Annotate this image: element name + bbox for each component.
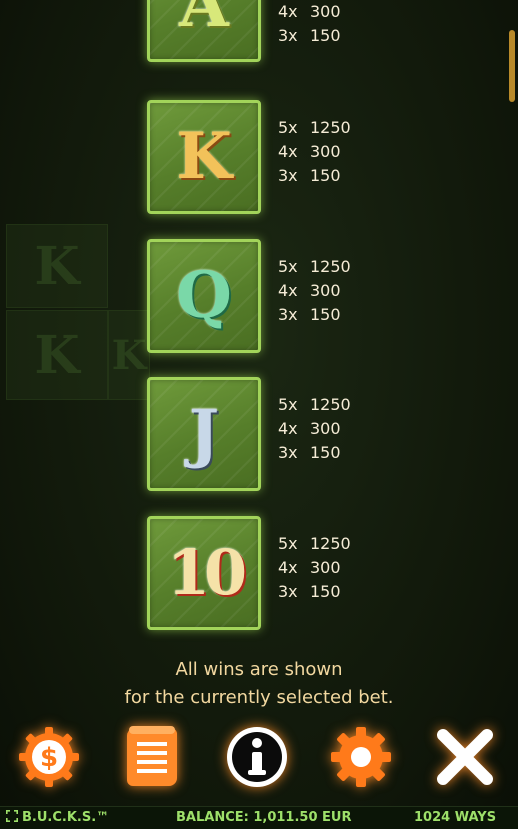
paytable-note-line-2: for the currently selected bet. — [124, 687, 394, 708]
symbol-tile-a: A — [147, 0, 261, 62]
payout-list: 5x 1250 4x 300 3x 150 — [278, 532, 408, 604]
status-bar: B.U.C.K.S.™ BALANCE: 1,011.50 EUR 1024 W… — [0, 806, 518, 829]
payout-line: 4x 300 — [278, 417, 408, 441]
payout-value: 150 — [310, 26, 341, 45]
close-icon — [437, 729, 493, 785]
payout-value: 300 — [310, 2, 341, 21]
payout-list: 4x 300 3x 150 — [278, 0, 408, 48]
symbol-letter: A — [179, 0, 229, 42]
coin-bet-icon: $ — [19, 727, 79, 787]
paytable-row-j: J 5x 1250 4x 300 3x 150 — [147, 377, 407, 495]
game-name: B.U.C.K.S.™ — [22, 810, 110, 825]
bottom-toolbar: $ — [0, 720, 518, 800]
symbol-letter: K — [176, 119, 232, 194]
symbol-tile-10: 10 — [147, 516, 261, 630]
payout-count: 5x — [278, 534, 298, 553]
paytable-scrollbar[interactable] — [509, 30, 515, 102]
payout-line: 3x 150 — [278, 441, 408, 465]
payout-line: 5x 1250 — [278, 532, 408, 556]
paytable-note-line-1: All wins are shown — [175, 659, 343, 680]
payout-count: 4x — [278, 419, 298, 438]
payout-count: 3x — [278, 582, 298, 601]
payout-line: 3x 150 — [278, 580, 408, 604]
payout-value: 1250 — [310, 257, 351, 276]
payout-line: 3x 150 — [278, 24, 408, 48]
payout-list: 5x 1250 4x 300 3x 150 — [278, 393, 408, 465]
fullscreen-icon[interactable] — [6, 810, 18, 826]
payout-list: 5x 1250 4x 300 3x 150 — [278, 116, 408, 188]
symbol-tile-k: K — [147, 100, 261, 214]
payout-value: 150 — [310, 166, 341, 185]
paytable-button[interactable] — [115, 720, 189, 794]
payout-line: 4x 300 — [278, 0, 408, 24]
paytable-row-10: 10 5x 1250 4x 300 3x 150 — [147, 516, 407, 634]
payout-value: 1250 — [310, 395, 351, 414]
payout-line: 4x 300 — [278, 556, 408, 580]
ways-display: 1024 WAYS — [414, 810, 497, 825]
paytable-row-k: K 5x 1250 4x 300 3x 150 — [147, 100, 407, 218]
paytable-row-a: A 4x 300 3x 150 — [147, 0, 407, 66]
payout-list: 5x 1250 4x 300 3x 150 — [278, 255, 408, 327]
payout-value: 300 — [310, 281, 341, 300]
settings-button[interactable] — [324, 720, 398, 794]
settings-gear-icon — [331, 727, 391, 787]
payout-value: 150 — [310, 443, 341, 462]
payout-count: 4x — [278, 142, 298, 161]
payout-value: 1250 — [310, 534, 351, 553]
payout-line: 3x 150 — [278, 164, 408, 188]
symbol-tile-q: Q — [147, 239, 261, 353]
payout-count: 3x — [278, 305, 298, 324]
close-button[interactable] — [428, 720, 502, 794]
payout-value: 150 — [310, 582, 341, 601]
payout-line: 4x 300 — [278, 279, 408, 303]
paytable-row-q: Q 5x 1250 4x 300 3x 150 — [147, 239, 407, 357]
payout-count: 5x — [278, 257, 298, 276]
bet-button[interactable]: $ — [12, 720, 86, 794]
payout-count: 3x — [278, 443, 298, 462]
payout-value: 1250 — [310, 118, 351, 137]
payout-count: 5x — [278, 118, 298, 137]
symbol-letter: 10 — [166, 536, 247, 609]
payout-line: 4x 300 — [278, 140, 408, 164]
payout-count: 3x — [278, 166, 298, 185]
payout-count: 4x — [278, 2, 298, 21]
payout-count: 4x — [278, 558, 298, 577]
balance-display: BALANCE: 1,011.50 EUR — [176, 810, 352, 825]
payout-count: 3x — [278, 26, 298, 45]
payout-count: 4x — [278, 281, 298, 300]
paytable-scroll-icon — [126, 726, 177, 786]
payout-line: 5x 1250 — [278, 255, 408, 279]
background-reel-symbol: K — [6, 310, 108, 400]
payout-count: 5x — [278, 395, 298, 414]
symbol-tile-j: J — [147, 377, 261, 491]
payout-value: 300 — [310, 419, 341, 438]
background-reel-symbol: K — [6, 224, 108, 308]
payout-line: 5x 1250 — [278, 393, 408, 417]
symbol-letter: Q — [176, 258, 232, 333]
payout-value: 300 — [310, 558, 341, 577]
payout-value: 300 — [310, 142, 341, 161]
svg-text:$: $ — [40, 743, 58, 773]
symbol-letter: J — [188, 396, 220, 471]
payout-line: 5x 1250 — [278, 116, 408, 140]
info-icon — [227, 727, 287, 787]
background-reel-symbol: K — [108, 310, 150, 400]
info-button[interactable] — [220, 720, 294, 794]
payout-line: 3x 150 — [278, 303, 408, 327]
payout-value: 150 — [310, 305, 341, 324]
